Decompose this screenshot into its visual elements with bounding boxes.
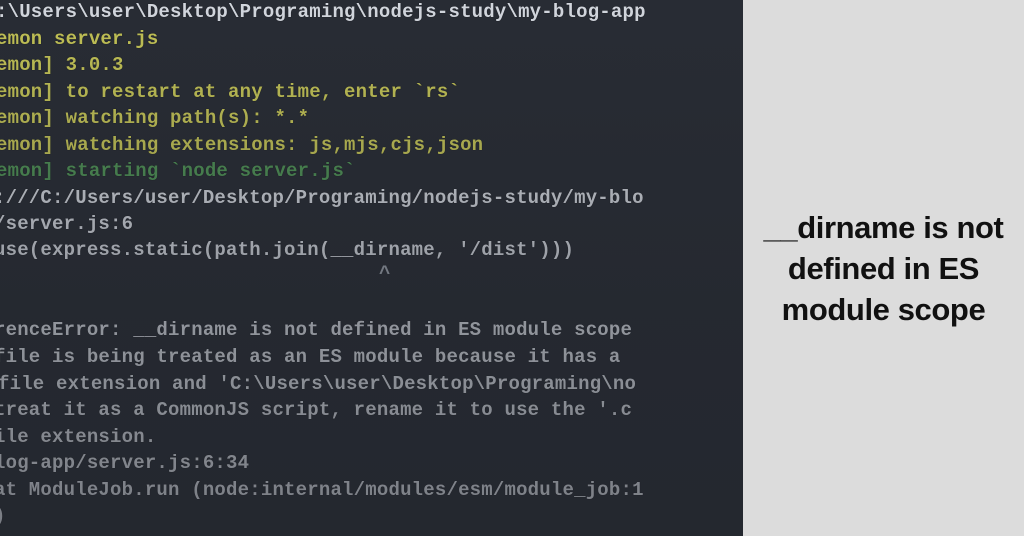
terminal-line: use(express.static(path.join(__dirname, … [0, 239, 575, 261]
terminal-line: log-app/server.js:6:34 [0, 452, 250, 474]
terminal-line: emon server.js [0, 28, 159, 50]
terminal-line: /server.js:6 [0, 213, 134, 235]
terminal-line: emon] starting `node server.js` [0, 160, 356, 182]
error-caret-marker: ^ [379, 263, 391, 285]
terminal-line: :///C:/Users/user/Desktop/Programing/nod… [0, 187, 644, 209]
terminal-line: ) [0, 506, 6, 526]
terminal-line: treat it as a CommonJS script, rename it… [0, 399, 633, 421]
terminal-line: file is being treated as an ES module be… [0, 346, 621, 368]
title-panel: __dirname is not defined in ES module sc… [743, 0, 1024, 536]
terminal-line: file extension and 'C:\Users\user\Deskto… [0, 373, 637, 395]
terminal-line: ile extension. [0, 426, 157, 448]
terminal-line: emon] 3.0.3 [0, 54, 124, 76]
terminal-line: :\Users\user\Desktop\Programing\nodejs-s… [0, 1, 646, 23]
page-title: __dirname is not defined in ES module sc… [763, 209, 1004, 327]
terminal-line: at ModuleJob.run (node:internal/modules/… [0, 479, 644, 501]
terminal-panel: :\Users\user\Desktop\Programing\nodejs-s… [0, 0, 743, 536]
terminal-line: renceError: __dirname is not defined in … [0, 319, 633, 341]
terminal-line: emon] watching path(s): *.* [0, 107, 310, 129]
terminal-line: emon] to restart at any time, enter `rs` [0, 81, 461, 103]
terminal-line: emon] watching extensions: js,mjs,cjs,js… [0, 134, 484, 156]
screenshot-root: :\Users\user\Desktop\Programing\nodejs-s… [0, 0, 1024, 536]
